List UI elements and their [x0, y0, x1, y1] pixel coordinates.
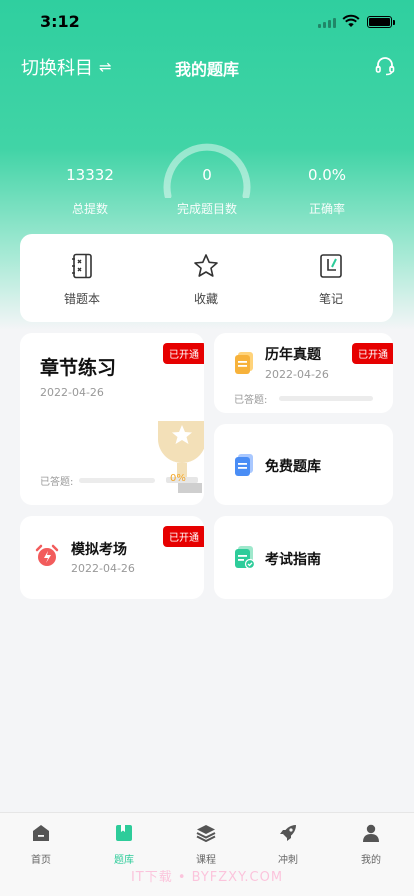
card-title: 历年真题 — [265, 347, 321, 363]
stat-completed: 0 完成题目数 — [147, 166, 267, 217]
watermark-text: IT下载 • BYFZXY.COM — [130, 870, 284, 885]
tab-label: 首页 — [31, 855, 51, 866]
tools-card: 错题本 收藏 笔记 — [20, 234, 393, 322]
tab-home[interactable]: 首页 — [11, 821, 71, 866]
mock-exam-card[interactable]: 已开通 模拟考场 2022-04-26 — [20, 516, 204, 599]
past-exams-card[interactable]: 已开通 历年真题 2022-04-26 已答题: — [214, 333, 393, 413]
top-nav: 切换科目 ⇌ 我的题库 — [0, 52, 414, 82]
star-icon — [194, 254, 218, 277]
card-date: 2022-04-26 — [71, 562, 135, 575]
cellular-signal-icon — [318, 18, 336, 28]
tab-profile[interactable]: 我的 — [341, 821, 401, 866]
stat-value: 0.0% — [307, 166, 347, 184]
exam-guide-card[interactable]: 考试指南 — [214, 516, 393, 599]
notes-button[interactable]: 笔记 — [281, 252, 381, 307]
profile-icon — [363, 824, 379, 842]
tab-sprint[interactable]: 冲刺 — [258, 821, 318, 866]
stat-label: 正确率 — [308, 202, 345, 216]
home-icon — [33, 825, 49, 841]
tab-label: 冲刺 — [278, 855, 298, 866]
tool-label: 收藏 — [193, 292, 218, 306]
tool-label: 错题本 — [63, 292, 100, 306]
answered-progress: 已答题: — [40, 473, 156, 488]
course-layers-icon — [196, 825, 216, 842]
progress-bar — [279, 396, 374, 401]
stat-total-questions: 13332 总提数 — [30, 166, 150, 217]
status-badge: 已开通 — [163, 343, 204, 364]
tab-label: 我的 — [361, 855, 381, 866]
rocket-icon — [280, 825, 296, 841]
status-time: 3:12 — [40, 12, 80, 31]
tab-label: 题库 — [114, 855, 134, 866]
status-badge: 已开通 — [163, 526, 204, 547]
past-exam-document-icon — [235, 352, 253, 374]
card-title: 考试指南 — [265, 552, 321, 568]
card-title: 模拟考场 — [71, 542, 127, 558]
free-bank-document-icon — [235, 454, 253, 476]
wrong-book-button[interactable]: 错题本 — [32, 252, 132, 307]
tool-label: 笔记 — [318, 292, 343, 306]
alarm-clock-icon — [35, 544, 59, 566]
switch-subject-label: 切换科目 — [21, 58, 93, 79]
tab-courses[interactable]: 课程 — [176, 821, 236, 866]
progress-bar — [79, 478, 156, 483]
customer-service-headset-icon[interactable] — [374, 55, 396, 77]
card-date: 2022-04-26 — [265, 368, 329, 381]
status-bar: 3:12 — [0, 0, 414, 44]
progress-percent: 0% — [170, 473, 186, 484]
note-icon — [320, 254, 342, 278]
answered-label: 已答题: — [234, 395, 268, 406]
swap-arrows-icon: ⇌ — [99, 58, 112, 76]
stat-value: 0 — [202, 166, 212, 184]
switch-subject-button[interactable]: 切换科目 ⇌ — [21, 54, 112, 80]
wifi-icon — [342, 14, 360, 27]
tab-question-bank[interactable]: 题库 — [94, 821, 154, 866]
card-date: 2022-04-26 — [40, 386, 104, 399]
stat-value: 13332 — [66, 166, 114, 184]
stat-accuracy: 0.0% 正确率 — [267, 166, 387, 217]
answered-label: 已答题: — [40, 477, 74, 488]
stat-label: 完成题目数 — [176, 202, 237, 216]
wrong-book-icon — [72, 253, 92, 279]
exam-guide-document-icon — [235, 546, 256, 569]
stat-label: 总提数 — [71, 202, 108, 216]
answered-progress: 已答题: — [234, 391, 374, 406]
free-question-bank-card[interactable]: 免费题库 — [214, 424, 393, 505]
trophy-icon — [158, 421, 204, 493]
question-bank-icon — [116, 825, 132, 841]
tab-label: 课程 — [196, 855, 216, 866]
card-title: 免费题库 — [265, 459, 321, 475]
card-title: 章节练习 — [40, 357, 117, 379]
status-badge: 已开通 — [352, 343, 393, 364]
chapter-practice-card[interactable]: 已开通 章节练习 2022-04-26 已答题: 0% — [20, 333, 204, 505]
battery-icon — [367, 16, 395, 28]
favorites-button[interactable]: 收藏 — [156, 252, 256, 307]
